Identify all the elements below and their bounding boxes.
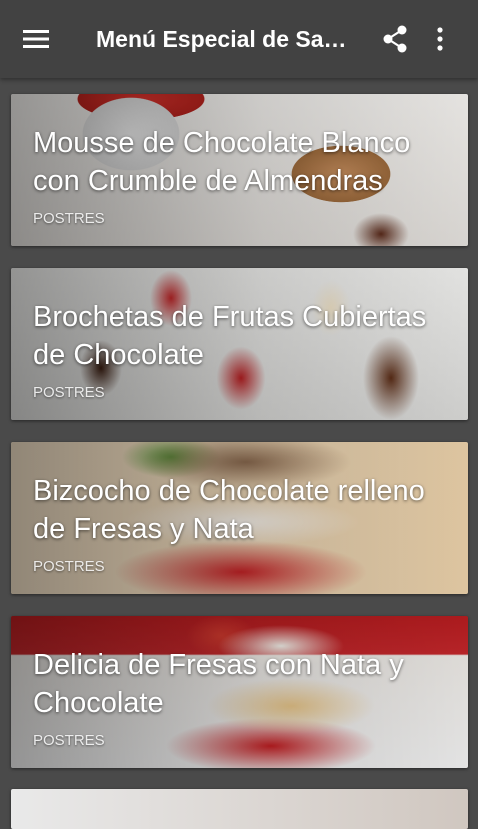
share-button[interactable] [369,0,421,78]
recipe-category: POSTRES [33,384,105,401]
more-options-button[interactable] [421,0,459,78]
recipe-category: POSTRES [33,732,105,749]
recipe-category: POSTRES [33,558,105,575]
share-icon [383,25,407,53]
recipe-category: POSTRES [33,210,105,227]
recipe-card[interactable]: Bizcocho de Chocolate relleno de Fresas … [11,442,468,594]
recipe-title: Brochetas de Frutas Cubiertas de Chocola… [33,301,427,371]
recipe-title: Mousse de Chocolate Blanco con Crumble d… [33,127,411,197]
menu-button[interactable] [0,0,72,78]
recipe-card-partial[interactable] [11,789,468,829]
recipe-card[interactable]: Brochetas de Frutas Cubiertas de Chocola… [11,268,468,420]
recipe-image [11,789,468,829]
hamburger-menu-icon [23,30,49,48]
app-title: Menú Especial de San Valentín [96,25,351,52]
recipe-title: Bizcocho de Chocolate relleno de Fresas … [33,475,425,545]
recipe-card[interactable]: Delicia de Fresas con Nata y Chocolate P… [11,616,468,768]
more-vert-icon [437,27,443,51]
recipe-card[interactable]: Mousse de Chocolate Blanco con Crumble d… [11,94,468,246]
recipe-title: Delicia de Fresas con Nata y Chocolate [33,649,404,719]
app-bar: Menú Especial de San Valentín [0,0,478,78]
